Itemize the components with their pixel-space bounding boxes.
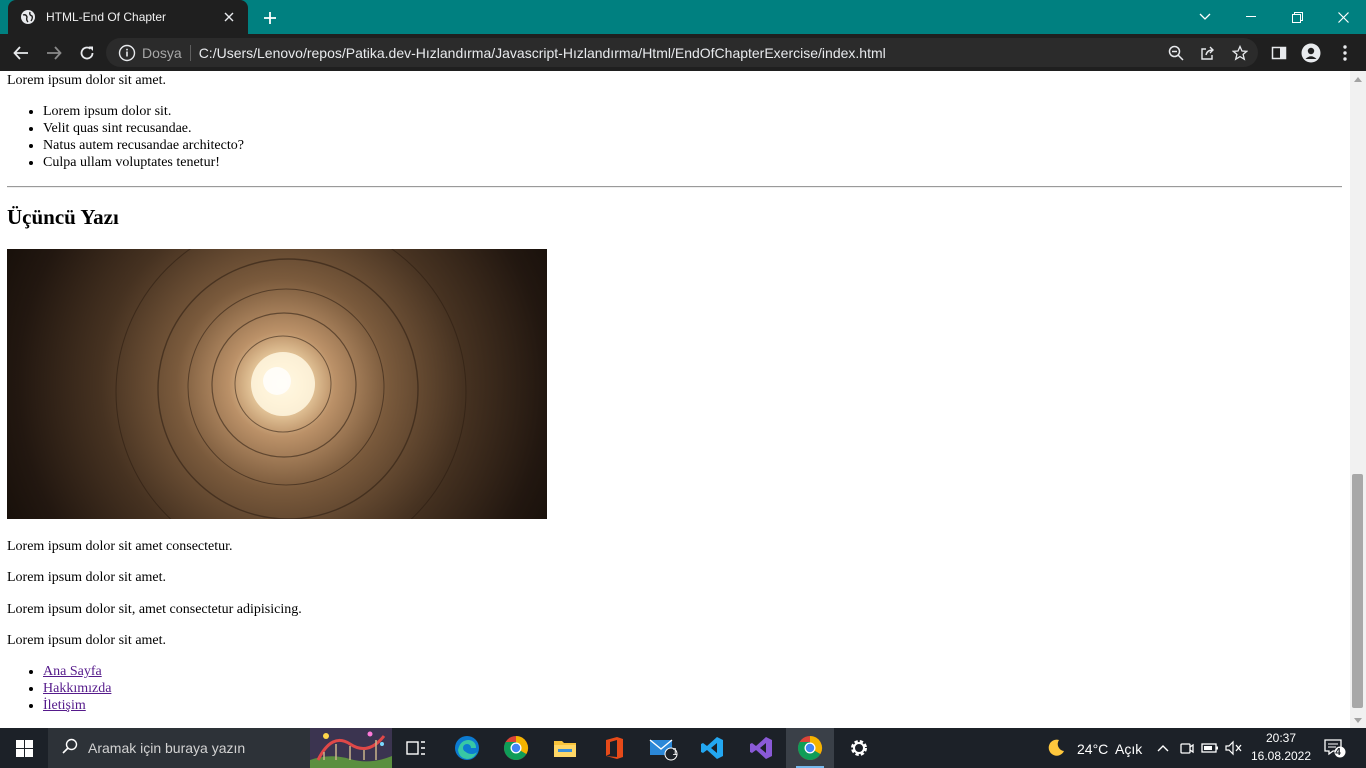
about-link[interactable]: Hakkımızda [43,681,111,696]
url-text[interactable]: C:/Users/Lenovo/repos/Patika.dev-Hızland… [199,45,886,61]
tab-title: HTML-End Of Chapter [46,10,167,24]
scroll-down-arrow-icon[interactable] [1350,712,1366,728]
omnibox-divider [189,44,191,61]
new-tab-button[interactable] [258,6,282,30]
nav-item: Hakkımızda [43,680,111,697]
paragraph: Lorem ipsum dolor sit amet. [7,570,167,585]
horizontal-rule [7,186,1342,188]
browser-toolbar: Dosya C:/Users/Lenovo/repos/Patika.dev-H… [0,34,1366,71]
weather-description[interactable]: Açık [1115,741,1142,757]
chrome-app[interactable] [492,728,540,768]
mail-badge: 1 [672,747,678,758]
globe-icon [20,9,36,25]
nav-links: Ana Sayfa Hakkımızda İletişim [43,663,111,714]
address-bar[interactable]: Dosya C:/Users/Lenovo/repos/Patika.dev-H… [106,38,1258,67]
vertical-scrollbar[interactable] [1350,71,1366,728]
meet-now-icon[interactable] [1177,738,1197,758]
vscode-app[interactable] [688,728,736,768]
tab-strip: HTML-End Of Chapter [0,0,1366,34]
contact-link[interactable]: İletişim [43,698,86,713]
chrome-active-app[interactable] [786,728,834,768]
search-icon [62,738,78,759]
settings-app[interactable] [835,728,883,768]
restore-button[interactable] [1274,0,1320,34]
nav-item: Ana Sayfa [43,663,111,680]
list-item: Lorem ipsum dolor sit. [43,103,244,120]
list-item: Velit quas sint recusandae. [43,120,244,137]
paragraph: Lorem ipsum dolor sit, amet consectetur … [7,602,302,617]
clock-date[interactable]: 16.08.2022 [1248,749,1314,763]
home-link[interactable]: Ana Sayfa [43,664,102,679]
edge-icon [455,736,479,760]
vscode-icon [701,737,723,759]
security-label: Dosya [142,44,182,61]
zoom-icon[interactable] [1166,43,1186,63]
page-viewport: Lorem ipsum dolor sit amet. Lorem ipsum … [0,71,1350,728]
folder-icon [554,741,576,757]
search-highlight-art [310,728,392,768]
taskbar-search[interactable]: Aramak için buraya yazın [48,728,392,768]
task-view-button[interactable] [392,728,440,768]
visual-studio-app[interactable] [737,728,785,768]
search-placeholder: Aramak için buraya yazın [88,740,246,756]
chrome-icon [797,736,823,761]
close-window-button[interactable] [1320,0,1366,34]
windows-taskbar: Aramak için buraya yazın 1 24°C Açık 20:… [0,728,1366,768]
bookmark-star-icon[interactable] [1230,43,1250,63]
tab-search-icon[interactable] [1182,0,1228,34]
minimize-button[interactable] [1228,0,1274,34]
tunnel-image [7,249,547,519]
info-icon[interactable] [118,44,136,62]
file-explorer-app[interactable] [541,728,589,768]
chrome-icon [503,736,529,761]
side-panel-icon[interactable] [1266,40,1292,66]
profile-avatar[interactable] [1298,40,1324,66]
share-icon[interactable] [1198,43,1218,63]
browser-tab[interactable]: HTML-End Of Chapter [8,0,248,34]
weather-moon-icon[interactable] [1046,738,1066,758]
volume-muted-icon[interactable] [1223,738,1243,758]
reload-button[interactable] [74,40,100,66]
forward-button[interactable] [41,40,67,66]
chevron-up-icon[interactable] [1153,738,1173,758]
task-view-icon [406,741,425,755]
start-button[interactable] [0,728,48,768]
close-tab-icon[interactable] [220,8,238,26]
office-app[interactable] [590,728,638,768]
office-icon [606,737,623,759]
paragraph: Lorem ipsum dolor sit amet consectetur. [7,539,233,554]
notification-count: 4 [1335,747,1341,758]
list-item: Natus autem recusandae architecto? [43,137,244,154]
scroll-up-arrow-icon[interactable] [1350,71,1366,87]
lorem-list: Lorem ipsum dolor sit. Velit quas sint r… [43,103,244,171]
mail-app[interactable]: 1 [639,728,687,768]
section-heading: Üçüncü Yazı [7,205,119,229]
nav-item: İletişim [43,697,111,714]
paragraph: Lorem ipsum dolor sit amet. [7,633,167,648]
scroll-thumb[interactable] [1352,474,1363,708]
gear-icon [851,740,867,756]
back-button[interactable] [8,40,34,66]
visual-studio-icon [750,737,772,759]
kebab-menu-icon[interactable] [1332,40,1358,66]
list-item: Culpa ullam voluptates tenetur! [43,154,244,171]
top-paragraph: Lorem ipsum dolor sit amet. [7,73,167,88]
edge-app[interactable] [443,728,491,768]
weather-temperature[interactable]: 24°C [1077,741,1108,757]
battery-icon[interactable] [1200,738,1220,758]
windows-logo-icon [15,739,33,757]
notification-center-icon[interactable]: 4 [1322,738,1348,758]
clock-time[interactable]: 20:37 [1254,731,1308,745]
